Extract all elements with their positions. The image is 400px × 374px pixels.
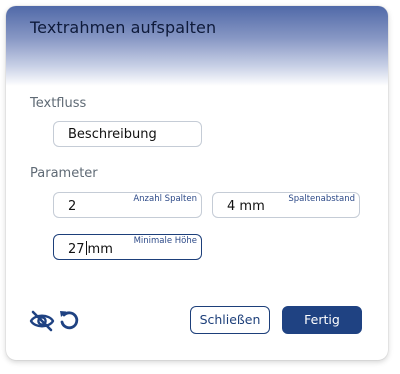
column-count-field[interactable]: Anzahl Spalten 2 [53,192,202,218]
done-button[interactable]: Fertig [282,306,362,334]
min-height-number: 27 [68,242,85,257]
reset-icon[interactable] [58,309,80,331]
eye-slash-icon[interactable] [29,310,55,332]
min-height-value: 27 mm [68,241,113,257]
column-gap-label: Spaltenabstand [288,194,355,204]
parameter-section-label: Parameter [30,166,98,181]
column-count-value: 2 [68,199,77,214]
dialog-title: Textrahmen aufspalten [30,18,217,37]
min-height-unit: mm [87,242,113,257]
column-count-label: Anzahl Spalten [133,194,197,204]
column-gap-value: 4 mm [227,199,265,214]
textflow-section-label: Textfluss [30,96,87,111]
text-caret [85,241,87,255]
min-height-label: Minimale Höhe [133,236,197,246]
textflow-select[interactable]: Beschreibung [53,121,202,147]
min-height-field[interactable]: Minimale Höhe 27 mm [53,234,202,260]
split-text-frame-dialog: Textrahmen aufspalten Textfluss Beschrei… [6,6,388,360]
column-gap-field[interactable]: Spaltenabstand 4 mm [212,192,360,218]
close-button[interactable]: Schließen [190,306,270,334]
textflow-value: Beschreibung [68,127,157,142]
